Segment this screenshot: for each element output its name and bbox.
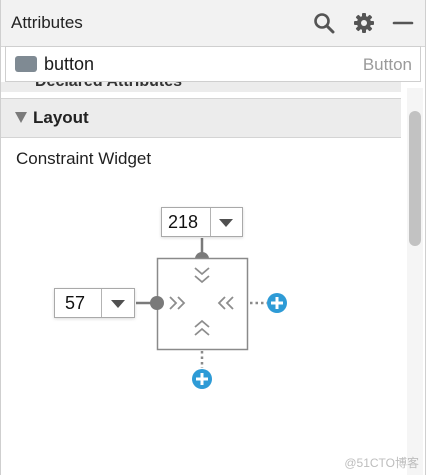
attributes-panel: Attributes button Button Declared Attrib…: [0, 0, 426, 475]
top-margin-dropdown[interactable]: 218: [161, 207, 243, 237]
left-constraint-handle[interactable]: [150, 296, 164, 310]
left-margin-dropdown[interactable]: 57: [54, 288, 135, 318]
left-margin-value[interactable]: 57: [55, 289, 101, 317]
top-margin-value[interactable]: 218: [162, 208, 210, 236]
top-margin-chevron-down-icon: [219, 219, 233, 227]
constraint-widget: [136, 238, 287, 389]
watermark: @51CTO博客: [344, 456, 419, 470]
widget-bounds: [156, 257, 249, 351]
left-margin-chevron-down-icon: [111, 300, 125, 308]
